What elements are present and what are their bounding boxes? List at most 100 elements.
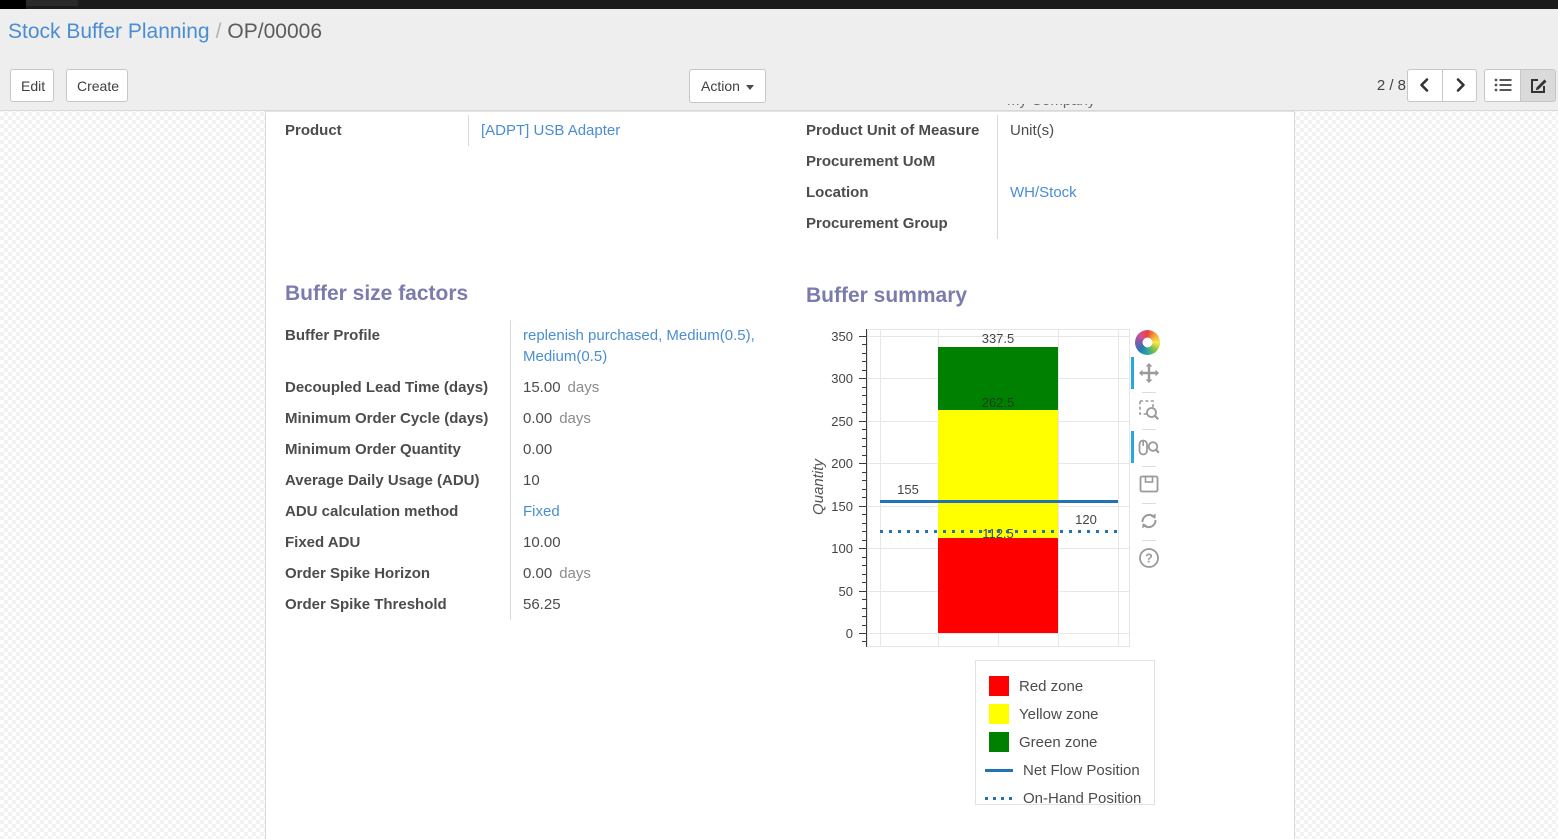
field-value-link[interactable]: [ADPT] USB Adapter — [481, 122, 620, 139]
breadcrumb-current: OP/00006 — [227, 20, 322, 43]
y-minor-tick — [862, 514, 867, 515]
pan-tool-icon[interactable] — [1138, 362, 1160, 384]
legend-label: Green zone — [1019, 734, 1097, 751]
field-value-link[interactable]: Fixed — [523, 503, 560, 520]
y-major-tick — [859, 633, 867, 634]
yellow-zone — [938, 410, 1058, 537]
pager-previous-button[interactable] — [1407, 69, 1442, 102]
y-major-tick — [859, 378, 867, 379]
legend-item: Red zone — [976, 672, 1154, 700]
x-gridline — [1058, 329, 1059, 647]
os-menu-notch — [0, 0, 26, 9]
field-group-buffer-factors: Buffer Profilereplenish purchased, Mediu… — [285, 320, 775, 620]
y-major-tick — [859, 548, 867, 549]
y-minor-tick — [862, 404, 867, 405]
field-group-product: Product[ADPT] USB Adapter — [285, 115, 705, 146]
y-minor-tick — [862, 489, 867, 490]
field-value-text: 15.00 — [523, 379, 561, 396]
field-value-text: 56.25 — [523, 596, 561, 613]
chevron-left-icon — [1416, 76, 1434, 94]
list-view-button[interactable] — [1484, 69, 1520, 102]
y-minor-tick — [862, 480, 867, 481]
yellow-zone-swatch — [989, 704, 1009, 724]
y-minor-tick — [862, 429, 867, 430]
legend-item: Net Flow Position — [976, 756, 1154, 784]
field-value-text: 0.00 — [523, 410, 552, 427]
y-major-tick — [859, 591, 867, 592]
y-minor-tick — [862, 616, 867, 617]
field-label: Decoupled Lead Time (days) — [285, 372, 510, 403]
breadcrumb-parent-link[interactable]: Stock Buffer Planning — [8, 20, 210, 43]
legend-label: Yellow zone — [1019, 706, 1099, 723]
action-label: Action — [701, 78, 740, 94]
y-minor-tick — [862, 412, 867, 413]
breadcrumb: Stock Buffer Planning/OP/00006 — [8, 20, 322, 44]
y-minor-tick — [862, 353, 867, 354]
wheel-zoom-tool-icon[interactable] — [1138, 436, 1160, 458]
field-value-text: 10.00 — [523, 534, 561, 551]
red-zone — [938, 538, 1058, 633]
legend-item: Yellow zone — [976, 700, 1154, 728]
group-title-buffer-size-factors: Buffer size factors — [285, 282, 468, 306]
net-flow-line-swatch — [985, 769, 1013, 772]
field-value: 10.00 — [510, 527, 775, 558]
field-label: Average Daily Usage (ADU) — [285, 465, 510, 496]
pager-next-button[interactable] — [1442, 69, 1477, 102]
y-minor-tick — [862, 574, 867, 575]
active-tool-indicator — [1131, 357, 1134, 389]
y-minor-tick — [862, 455, 867, 456]
net-flow-position-line — [880, 500, 1118, 503]
legend-label: Net Flow Position — [1023, 762, 1140, 779]
chevron-right-icon — [1451, 76, 1469, 94]
y-tick-label: 50 — [811, 584, 853, 599]
field-value: replenish purchased, Medium(0.5), Medium… — [510, 320, 775, 372]
field-group-procurement: Product Unit of MeasureUnit(s)Procuremen… — [806, 115, 1266, 239]
list-icon — [1493, 76, 1513, 94]
active-tool-indicator — [1131, 431, 1134, 463]
view-switcher — [1484, 69, 1556, 102]
pager-nav — [1407, 69, 1477, 102]
x-gridline — [880, 329, 881, 647]
y-tick-label: 100 — [811, 541, 853, 556]
os-menu-notch2 — [26, 0, 78, 6]
field-value-link[interactable]: replenish purchased, Medium(0.5), Medium… — [523, 327, 755, 365]
zone-value-label: 337.5 — [938, 331, 1058, 346]
reset-tool-icon[interactable] — [1138, 510, 1160, 532]
legend-item: On-Hand Position — [976, 784, 1154, 812]
help-tool-icon[interactable]: ? — [1138, 547, 1160, 569]
field-value-link[interactable]: WH/Stock — [1010, 184, 1077, 201]
y-minor-tick — [862, 361, 867, 362]
toolbar-separator — [1142, 503, 1156, 504]
svg-text:?: ? — [1145, 552, 1153, 566]
on-hand-position-line — [880, 530, 1118, 533]
save-tool-icon[interactable] — [1138, 473, 1160, 495]
field-value: 15.00days — [510, 372, 775, 403]
on-hand-dots-swatch — [985, 797, 1013, 800]
y-minor-tick — [862, 641, 867, 642]
y-major-tick — [859, 421, 867, 422]
on-hand-position-label: 120 — [1061, 512, 1111, 527]
y-minor-tick — [862, 387, 867, 388]
field-label: Location — [806, 177, 997, 208]
field-label: Order Spike Horizon — [285, 558, 510, 589]
field-value-text: 10 — [523, 472, 540, 489]
y-major-tick — [859, 336, 867, 337]
action-dropdown-button[interactable]: Action — [689, 69, 766, 103]
toolbar-separator — [1142, 540, 1156, 541]
y-minor-tick — [862, 497, 867, 498]
field-value-text: Unit(s) — [1010, 122, 1054, 139]
field-value-text: 0.00 — [523, 441, 552, 458]
create-button[interactable]: Create — [66, 69, 128, 102]
field-value: 56.25 — [510, 589, 775, 620]
y-major-tick — [859, 506, 867, 507]
edit-button[interactable]: Edit — [10, 69, 54, 102]
field-label: ADU calculation method — [285, 496, 510, 527]
y-minor-tick — [862, 446, 867, 447]
box-zoom-tool-icon[interactable] — [1138, 399, 1160, 421]
y-tick-label: 250 — [811, 414, 853, 429]
clipped-row-fragment: My Company — [1007, 104, 1167, 111]
field-label: Minimum Order Cycle (days) — [285, 403, 510, 434]
y-minor-tick — [862, 608, 867, 609]
form-view-button[interactable] — [1520, 69, 1556, 102]
bokeh-logo-icon[interactable] — [1135, 330, 1160, 355]
